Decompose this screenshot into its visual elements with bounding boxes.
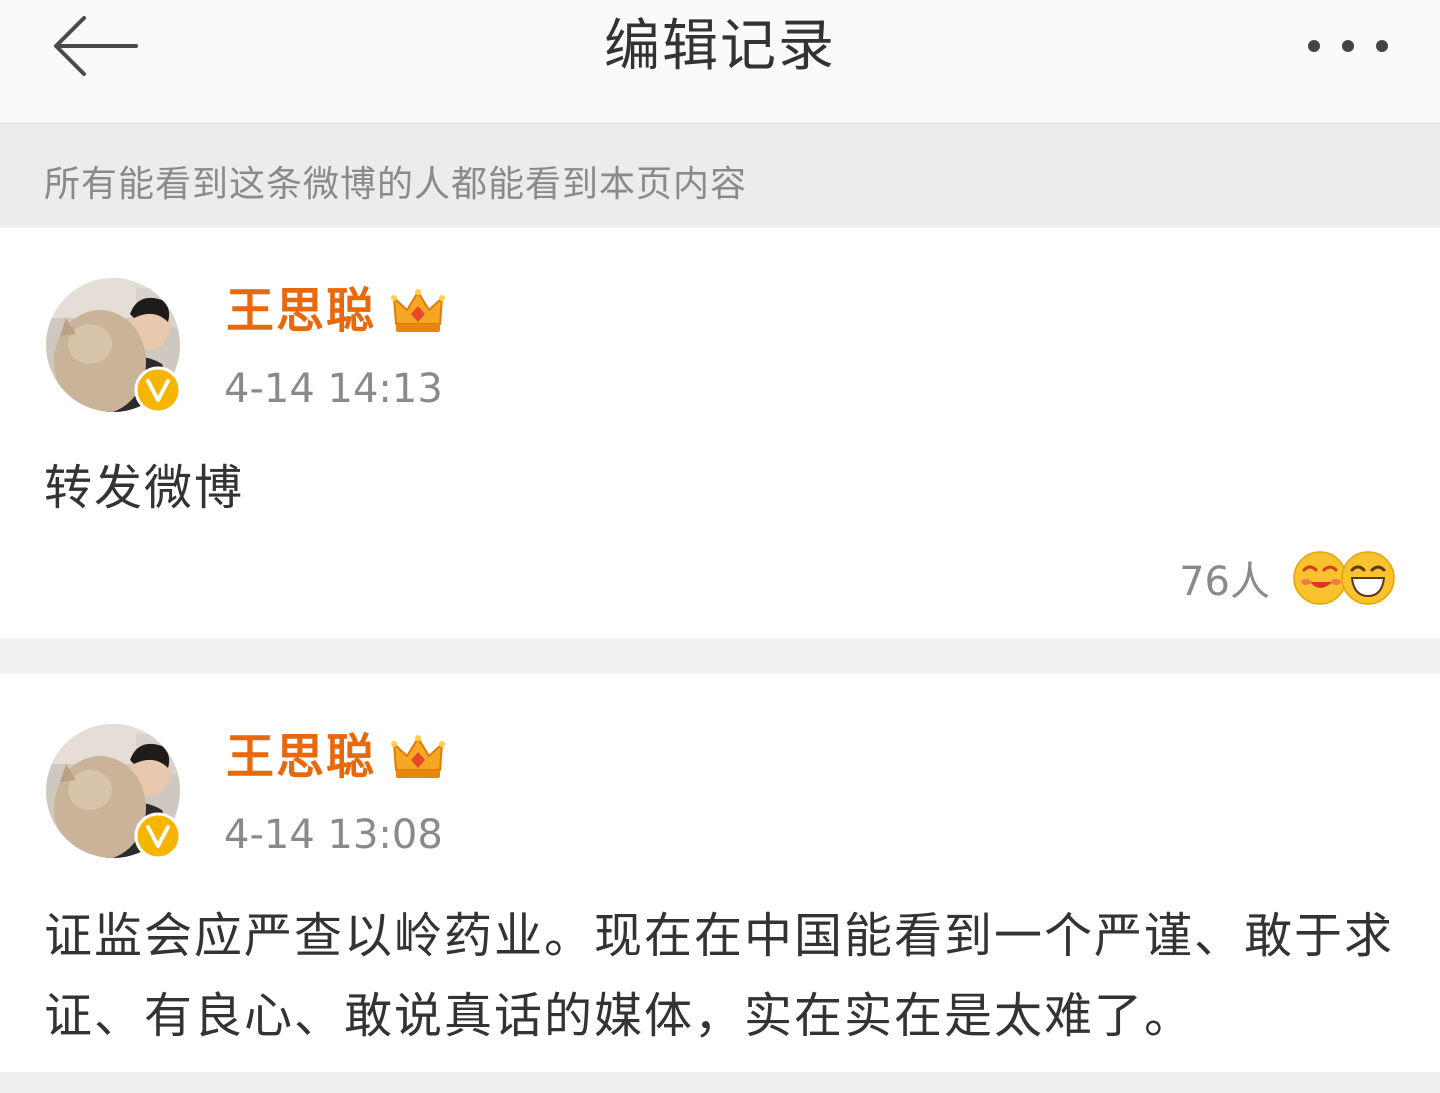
crown-icon bbox=[391, 735, 445, 778]
avatar[interactable] bbox=[46, 724, 182, 860]
crown-icon bbox=[391, 289, 445, 332]
reactions-summary[interactable]: 76人 bbox=[1179, 548, 1396, 608]
avatar[interactable] bbox=[46, 278, 182, 414]
post-content: 转发微博 bbox=[44, 460, 245, 516]
reaction-emoji-stack bbox=[1292, 548, 1396, 608]
verified-v-icon bbox=[134, 812, 182, 860]
visibility-notice-text: 所有能看到这条微博的人都能看到本页内容 bbox=[44, 164, 748, 205]
edit-history-entry: 王思聪 4-14 13:08 证监会应严查以岭药业。现在在中国能看到一个严谨、敢… bbox=[0, 674, 1440, 1072]
edit-history-entry: 王思聪 4-14 14:13 转发微博 76人 bbox=[0, 228, 1440, 638]
post-content: 证监会应严查以岭药业。现在在中国能看到一个严谨、敢于求证、有良心、敢说真话的媒体… bbox=[44, 908, 1395, 1044]
page-title: 编辑记录 bbox=[604, 14, 836, 79]
post-timestamp: 4-14 13:08 bbox=[224, 812, 443, 858]
username[interactable]: 王思聪 bbox=[226, 280, 376, 342]
bottom-divider bbox=[0, 1072, 1440, 1093]
ellipsis-icon bbox=[1308, 40, 1388, 52]
post-timestamp: 4-14 14:13 bbox=[224, 366, 443, 412]
reaction-count: 76人 bbox=[1179, 559, 1270, 605]
more-options-button[interactable] bbox=[1302, 30, 1392, 64]
top-nav-bar: 编辑记录 bbox=[0, 0, 1440, 124]
verified-v-icon bbox=[134, 366, 182, 414]
username[interactable]: 王思聪 bbox=[226, 726, 376, 788]
laughing-emoji-icon bbox=[1341, 551, 1395, 605]
